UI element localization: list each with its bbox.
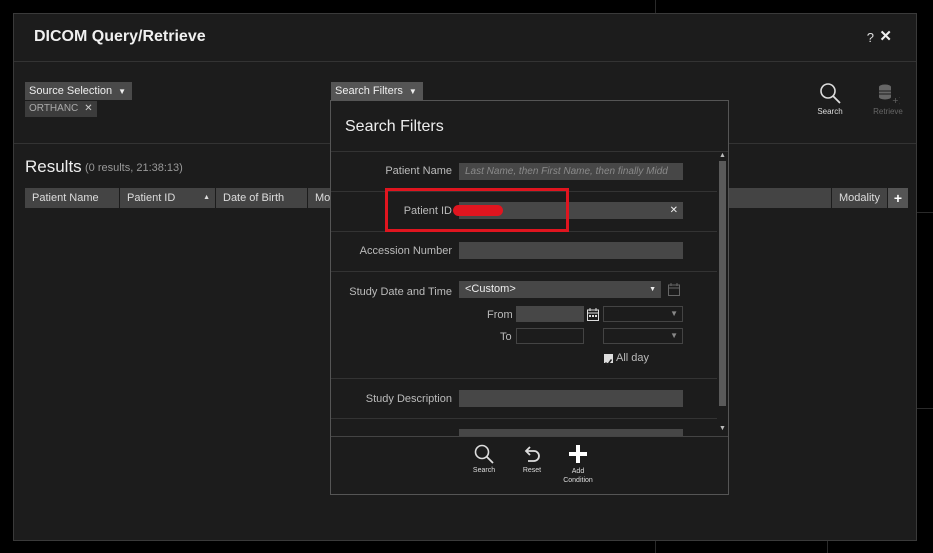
- check-icon: [604, 359, 613, 367]
- add-icon: [569, 445, 587, 463]
- filter-row-patient-name: Patient Name Last Name, then First Name,…: [331, 152, 717, 192]
- column-header-label: Patient ID: [127, 192, 176, 204]
- to-label: To: [500, 331, 512, 343]
- background-divider: [655, 0, 656, 13]
- calendar-icon: [668, 283, 680, 296]
- background-divider: [655, 541, 656, 553]
- sort-ascending-icon: ▲: [203, 194, 210, 201]
- source-chip: ORTHANC ✕: [25, 101, 97, 117]
- search-filters-title: Search Filters: [345, 118, 444, 135]
- clear-icon[interactable]: ✕: [670, 202, 678, 219]
- database-retrieve-icon: +]: [879, 84, 902, 105]
- from-time-select[interactable]: ▼: [603, 306, 683, 322]
- column-header-hidden-area: [729, 188, 832, 208]
- add-column-button[interactable]: +: [888, 188, 908, 208]
- column-header-patient-id[interactable]: Patient ID ▲: [120, 188, 216, 208]
- column-header-label: Patient Name: [32, 192, 99, 204]
- study-description-label: Study Description: [365, 393, 452, 405]
- from-date-input[interactable]: [516, 306, 584, 322]
- search-tool-label: Search: [817, 107, 843, 116]
- help-button[interactable]: ?: [867, 30, 874, 45]
- column-header-patient-name[interactable]: Patient Name: [25, 188, 120, 208]
- panel-reset-button[interactable]: Reset: [515, 443, 549, 474]
- to-time-select[interactable]: ▼: [603, 328, 683, 344]
- source-selection-label: Source Selection: [29, 85, 113, 97]
- panel-add-condition-label: Add Condition: [563, 468, 593, 484]
- close-button[interactable]: ✕: [879, 27, 892, 45]
- column-header-partial[interactable]: Mo: [308, 188, 332, 208]
- reset-icon: [524, 446, 540, 462]
- all-day-checkbox[interactable]: [604, 354, 613, 367]
- results-meta: (0 results, 21:38:13): [85, 162, 183, 174]
- remove-source-icon[interactable]: ✕: [84, 103, 92, 114]
- search-icon: [474, 444, 494, 464]
- column-header-label: Mo: [315, 192, 331, 204]
- patient-name-input[interactable]: Last Name, then First Name, then finally…: [459, 163, 683, 180]
- scroll-up-icon[interactable]: ▲: [718, 152, 727, 159]
- column-header-label: Date of Birth: [223, 192, 285, 204]
- background-divider: [917, 408, 933, 409]
- search-icon: [820, 83, 841, 104]
- study-date-value: <Custom>: [465, 283, 516, 295]
- background-divider: [917, 212, 933, 213]
- panel-search-label: Search: [472, 467, 496, 474]
- results-title: Results: [25, 157, 82, 176]
- accession-number-input[interactable]: [459, 242, 683, 259]
- svg-text:+]: +]: [892, 96, 900, 105]
- patient-name-label: Patient Name: [385, 165, 452, 177]
- caret-down-icon: ▼: [118, 87, 127, 96]
- panel-reset-label: Reset: [522, 467, 542, 474]
- background-divider: [827, 541, 828, 553]
- column-header-modality[interactable]: Modality: [832, 188, 888, 208]
- study-date-label: Study Date and Time: [349, 286, 452, 298]
- caret-down-icon: ▼: [408, 87, 417, 96]
- search-filters-dropdown[interactable]: Search Filters ▼: [331, 82, 423, 100]
- caret-down-icon: ▼: [649, 286, 656, 293]
- source-selection-dropdown[interactable]: Source Selection ▼: [25, 82, 133, 100]
- dialog-title: DICOM Query/Retrieve: [34, 28, 206, 45]
- panel-search-button[interactable]: Search: [467, 443, 501, 474]
- all-day-label: All day: [616, 352, 650, 364]
- filter-row-partial: [331, 418, 717, 436]
- study-date-select[interactable]: <Custom> ▼: [459, 281, 661, 298]
- panel-add-condition-button[interactable]: Add Condition: [561, 443, 595, 485]
- scroll-down-icon[interactable]: ▼: [718, 425, 727, 432]
- retrieve-tool-label: Retrieve: [873, 107, 903, 116]
- search-filters-panel: Search Filters Patient Name Last Name, t…: [330, 100, 729, 495]
- to-date-input[interactable]: [516, 328, 584, 344]
- column-header-label: Modality: [839, 192, 880, 204]
- study-description-input[interactable]: [459, 390, 683, 407]
- calendar-icon[interactable]: [587, 308, 599, 321]
- from-label: From: [487, 309, 513, 321]
- filter-row-study-date: Study Date and Time <Custom> ▼ From ▼ To…: [331, 271, 717, 379]
- accession-number-label: Accession Number: [359, 245, 452, 257]
- source-chip-label: ORTHANC: [29, 103, 79, 114]
- highlight-box: [385, 188, 569, 232]
- filter-row-study-description: Study Description: [331, 378, 717, 419]
- filters-scrollbar[interactable]: ▲ ▼: [718, 152, 727, 436]
- column-header-date-of-birth[interactable]: Date of Birth: [216, 188, 308, 208]
- panel-footer-divider: [331, 436, 728, 437]
- filter-row-accession: Accession Number: [331, 231, 717, 272]
- retrieve-tool[interactable]: +] Retrieve: [868, 83, 908, 116]
- search-filters-label: Search Filters: [335, 85, 403, 97]
- scrollbar-thumb[interactable]: [719, 161, 726, 406]
- search-tool[interactable]: Search: [810, 81, 850, 116]
- partial-input[interactable]: [459, 429, 683, 436]
- header-divider: [14, 61, 916, 62]
